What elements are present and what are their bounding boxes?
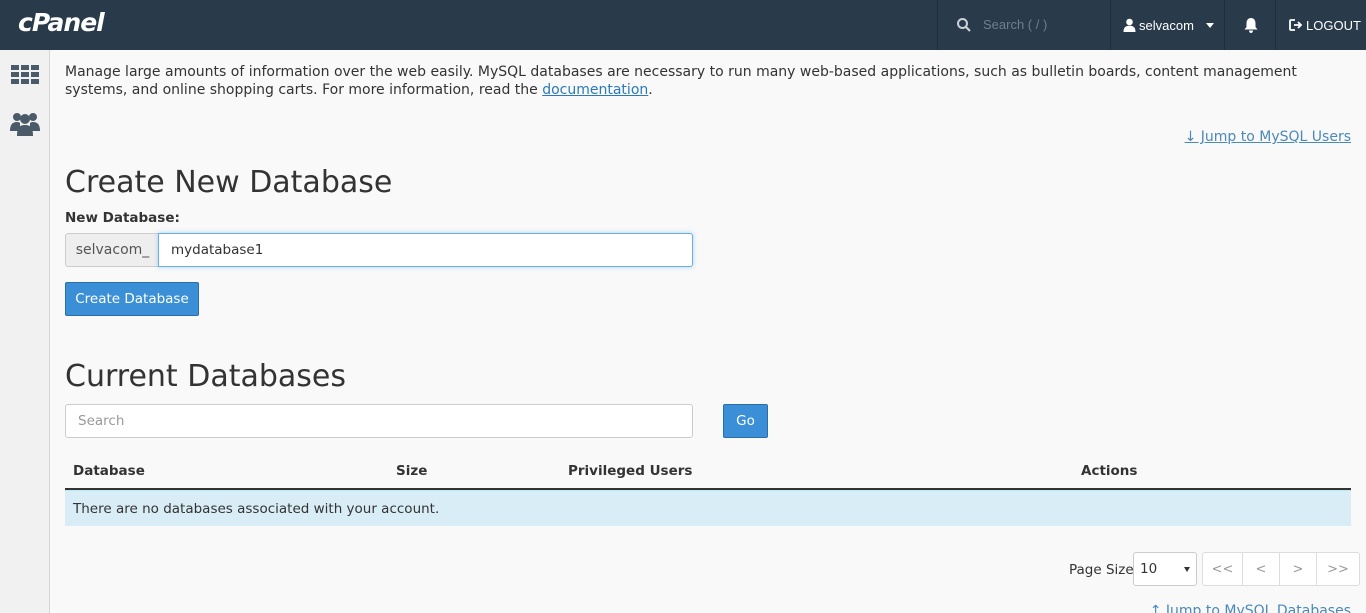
new-database-label: New Database:: [65, 210, 180, 226]
pagination: << < > >>: [1202, 552, 1360, 586]
new-database-input[interactable]: [158, 233, 693, 267]
jump-to-mysql-databases-link[interactable]: ↑ Jump to MySQL Databases: [1150, 603, 1351, 613]
current-databases-heading: Current Databases: [65, 359, 346, 394]
column-database[interactable]: Database: [73, 463, 145, 479]
jump-to-mysql-users-link[interactable]: ↓ Jump to MySQL Users: [1185, 129, 1351, 145]
intro-text: Manage large amounts of information over…: [65, 63, 1355, 99]
logout-icon: [1289, 19, 1303, 31]
last-page-button[interactable]: >>: [1317, 553, 1359, 585]
cpanel-logo[interactable]: cPanel: [18, 8, 105, 37]
intro-body: Manage large amounts of information over…: [65, 64, 1297, 98]
table-header: Database Size Privileged Users Actions: [65, 455, 1351, 490]
top-navbar: cPanel Search ( / ) selvacom LOGOUT: [0, 0, 1366, 50]
page-size-select[interactable]: 10: [1133, 552, 1197, 586]
empty-table-message: There are no databases associated with y…: [65, 490, 1351, 526]
prev-page-button[interactable]: <: [1243, 553, 1280, 585]
first-page-button[interactable]: <<: [1203, 553, 1243, 585]
sidebar: [0, 50, 50, 613]
chevron-down-icon: [1205, 22, 1214, 28]
chevron-down-icon: [1184, 567, 1190, 572]
intro-suffix: .: [648, 82, 653, 98]
database-search-input[interactable]: [65, 404, 693, 438]
username: selvacom: [1139, 17, 1194, 33]
go-button[interactable]: Go: [723, 404, 768, 438]
create-database-heading: Create New Database: [65, 165, 393, 200]
column-privileged-users: Privileged Users: [568, 463, 693, 479]
next-page-button[interactable]: >: [1280, 553, 1317, 585]
user-menu[interactable]: selvacom: [1111, 0, 1225, 50]
search-icon: [957, 18, 971, 32]
grid-icon[interactable]: [10, 60, 40, 90]
database-prefix: selvacom_: [65, 233, 159, 267]
top-search-placeholder: Search ( / ): [983, 17, 1048, 32]
page-size-value: 10: [1140, 561, 1158, 577]
notifications-button[interactable]: [1226, 0, 1276, 50]
bell-icon: [1244, 17, 1257, 33]
page-size-label: Page Size: [1069, 562, 1134, 578]
column-size[interactable]: Size: [396, 463, 427, 479]
logout-label: LOGOUT: [1306, 17, 1361, 33]
documentation-link[interactable]: documentation: [542, 82, 648, 98]
top-search[interactable]: Search ( / ): [937, 0, 1111, 50]
databases-table: Database Size Privileged Users Actions T…: [65, 455, 1351, 526]
logout-button[interactable]: LOGOUT: [1277, 0, 1366, 50]
users-group-icon[interactable]: [10, 108, 40, 138]
create-database-button[interactable]: Create Database: [65, 282, 199, 316]
user-icon: [1123, 18, 1136, 32]
column-actions: Actions: [1081, 463, 1138, 479]
